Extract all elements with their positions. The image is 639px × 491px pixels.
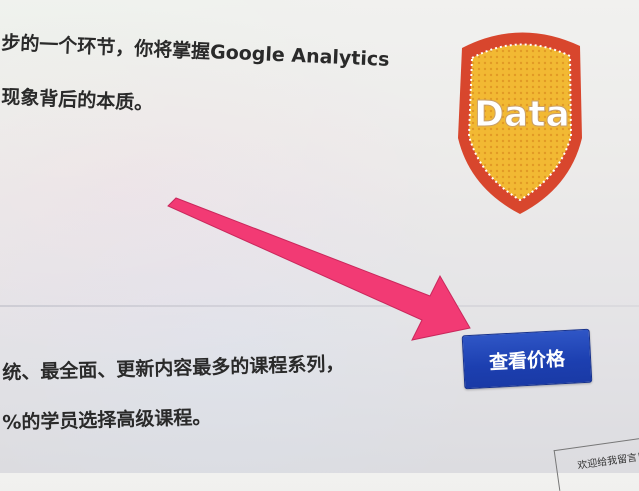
- intro-text-line-1: 步的一个环节，你将掌握Google Analytics: [0, 31, 390, 71]
- section-divider: [0, 305, 639, 307]
- shield-icon: Data: [458, 32, 582, 214]
- course-text-line-1: 统、最全面、更新内容最多的课程系列，: [2, 353, 345, 384]
- data-shield-badge: Data: [440, 18, 600, 218]
- badge-label: Data: [474, 94, 570, 135]
- view-pricing-button[interactable]: 查看价格: [461, 328, 593, 390]
- intro-text-line-2: 现象背后的本质。: [0, 85, 154, 115]
- course-text-line-2: %的学员选择高级课程。: [2, 406, 212, 434]
